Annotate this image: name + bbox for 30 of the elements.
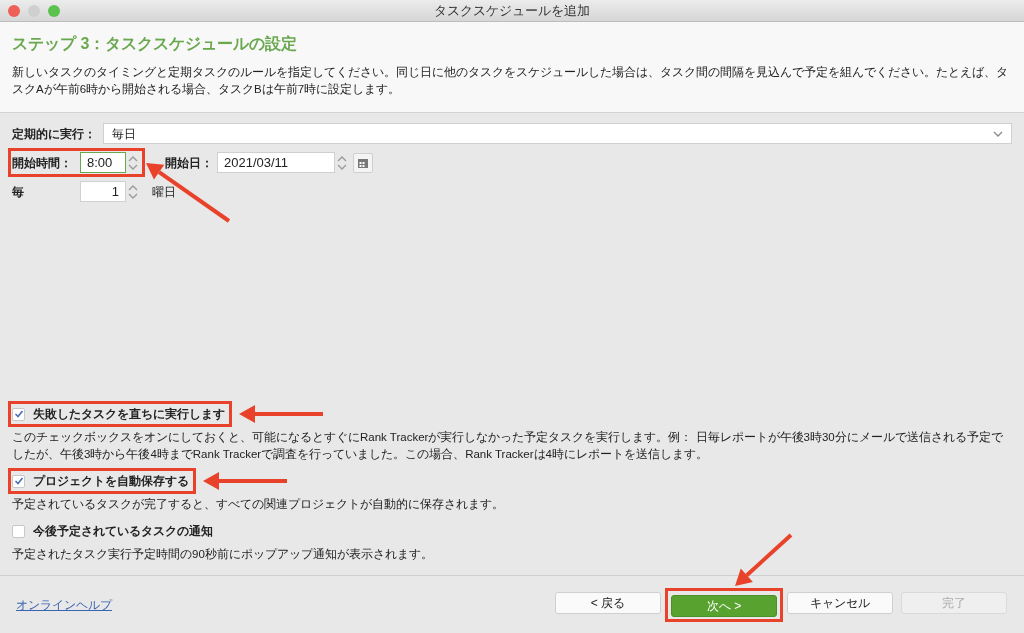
online-help-link[interactable]: オンラインヘルプ	[16, 595, 112, 614]
step-description: 新しいタスクのタイミングと定期タスクのルールを指定してください。同じ日に他のタスクをスケジュールした場合は、タスク間の間隔を見込んで予定を組んでください。たとえば、タスクAが午前6時から開始される場合、タスクBは午前7時に設定します。	[12, 65, 1009, 97]
window-title: タスクスケジュールを追加	[434, 1, 590, 20]
checkbox-label[interactable]: 今後予定されているタスクの通知	[33, 522, 213, 540]
recurrence-dropdown[interactable]: 毎日	[103, 123, 1012, 144]
dialog-button[interactable]: < 戻る	[555, 591, 661, 614]
checkbox[interactable]	[12, 524, 25, 538]
calendar-icon	[357, 156, 369, 169]
checkbox[interactable]	[12, 407, 25, 421]
option-description: 予定されたタスク実行予定時間の90秒前にポップアップ通知が表示されます。	[12, 547, 434, 562]
field-label: 定期的に実行：	[12, 125, 97, 143]
field-label: 開始時間：	[12, 154, 73, 172]
unit-label: 曜日	[152, 183, 176, 201]
input-field[interactable]: 8:00	[80, 152, 126, 173]
minimize-icon[interactable]	[28, 4, 40, 17]
option-description: このチェックボックスをオンにしておくと、可能になるとすぐにRank Trackerが実行しなかった予定タスクを実行します。例： 日毎レポートが午後3時30分にメールで送信される予定でしたが、午後3時から午後4時までRank Trackerで調査を行っていました。この場合、Rank Trackerは4時にレポートを送信します。	[12, 430, 1004, 462]
input-field[interactable]: 1	[80, 181, 126, 202]
checkbox[interactable]	[12, 474, 25, 488]
field-label: 開始日：	[165, 154, 214, 172]
dialog-button[interactable]: キャンセル	[787, 591, 893, 614]
chevron-down-icon	[993, 130, 1003, 137]
checkbox-label[interactable]: プロジェクトを自動保存する	[33, 472, 189, 490]
checkbox-label[interactable]: 失敗したタスクを直ちに実行します	[33, 405, 225, 423]
step-heading: ステップ 3：タスクスケジュールの設定	[12, 34, 299, 54]
field-label: 毎	[12, 183, 25, 201]
input-field[interactable]: 2021/03/11	[217, 152, 335, 173]
close-icon[interactable]	[8, 4, 20, 17]
calendar-button[interactable]	[353, 152, 373, 173]
zoom-icon[interactable]	[48, 4, 60, 17]
option-description: 予定されているタスクが完了すると、すべての関連プロジェクトが自動的に保存されます。	[12, 497, 505, 512]
